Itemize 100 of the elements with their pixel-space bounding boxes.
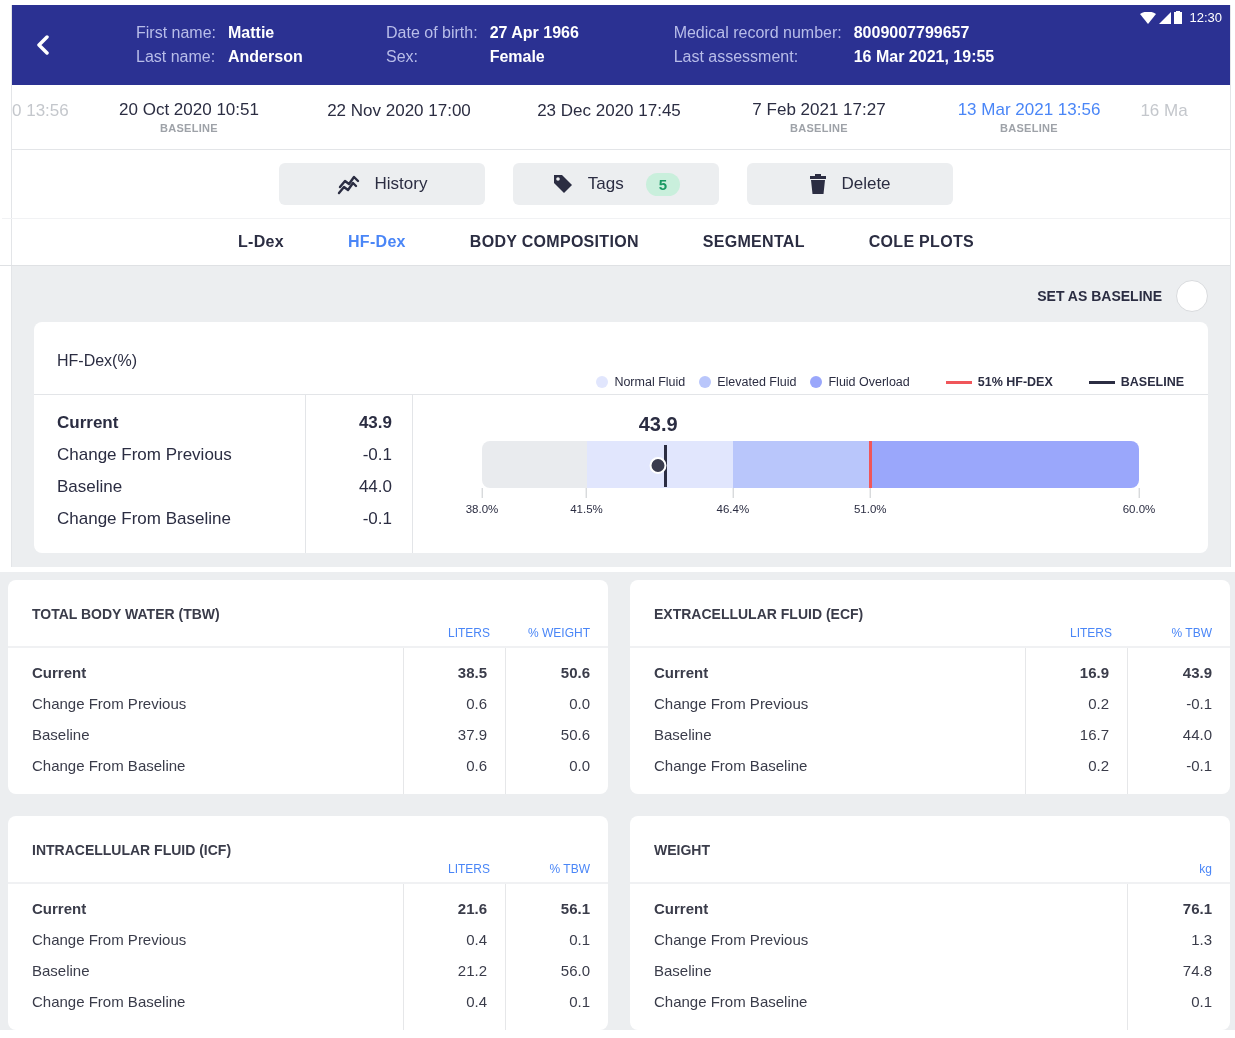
legend-label: Elevated Fluid [717, 375, 797, 389]
threshold-line [869, 441, 873, 488]
table-cell: 0.4 [466, 993, 487, 1010]
table-cell: 21.2 [457, 962, 487, 979]
tab[interactable]: L-Dex [206, 233, 316, 251]
table-cell: 0.0 [569, 757, 590, 774]
column-header: LITERS [1069, 626, 1112, 640]
row-label: Change From Baseline [654, 757, 809, 774]
card-title: WEIGHT [654, 842, 710, 858]
legend-label: Fluid Overload [828, 375, 910, 389]
column-header: % WEIGHT [527, 626, 590, 640]
tick-label: 41.5% [570, 503, 603, 515]
status-time: 12:30 [1189, 10, 1222, 25]
baseline-line [664, 445, 668, 487]
table-cell: 0.6 [466, 695, 487, 712]
timeline-item[interactable]: 23 Dec 2020 17:45 [504, 85, 714, 149]
field-value: Female [489, 48, 546, 66]
table-cell: 0.1 [1191, 993, 1212, 1010]
tab[interactable]: SEGMENTAL [670, 233, 837, 251]
legend-label: 51% HF-DEX [977, 375, 1053, 389]
signal-icon [1159, 11, 1172, 24]
row-label: Current [654, 664, 710, 681]
tab[interactable]: COLE PLOTS [836, 233, 1006, 251]
tab[interactable]: BODY COMPOSITION [437, 233, 671, 251]
history-button[interactable]: History [279, 163, 485, 205]
delete-button[interactable]: Delete [747, 163, 953, 205]
row-value: -0.1 [362, 509, 392, 529]
row-label: Baseline [654, 962, 713, 979]
row-label: Change From Baseline [57, 509, 232, 529]
table-cell: 44.0 [1182, 726, 1212, 743]
timeline-item[interactable]: 22 Nov 2020 17:00 [294, 85, 504, 149]
gauge-value: 43.9 [638, 413, 678, 436]
timeline-item[interactable]: 13 Mar 2021 13:56 BASELINE [924, 85, 1134, 149]
table-cell: 16.7 [1079, 726, 1109, 743]
row-value: -0.1 [362, 445, 392, 465]
table-cell: 43.9 [1182, 664, 1212, 681]
row-label: Current [57, 413, 120, 433]
row-label: Baseline [57, 477, 124, 497]
table-cell: -0.1 [1186, 695, 1212, 712]
count-badge: 5 [645, 172, 681, 196]
table-cell: 56.0 [560, 962, 590, 979]
back-icon[interactable] [36, 35, 50, 55]
table-cell: 0.1 [569, 993, 590, 1010]
table-cell: 38.5 [457, 664, 487, 681]
card-title: INTRACELLULAR FLUID (ICF) [32, 842, 232, 858]
field-value: Anderson [228, 48, 304, 66]
legend-label: Normal Fluid [614, 375, 686, 389]
tags-button[interactable]: Tags 5 [513, 163, 719, 205]
row-value: 44.0 [358, 477, 392, 497]
table-cell: -0.1 [1186, 757, 1212, 774]
table-cell: 0.1 [569, 931, 590, 948]
trash-icon [809, 173, 828, 195]
row-label: Current [32, 900, 88, 917]
row-label: Change From Baseline [32, 993, 187, 1010]
timeline-item[interactable]: 7 Feb 2021 17:27 BASELINE [714, 85, 924, 149]
row-label: Baseline [32, 962, 91, 979]
row-label: Change From Previous [57, 445, 233, 465]
table-cell: 21.6 [457, 900, 487, 917]
column-header: LITERS [447, 626, 490, 640]
column-header: LITERS [447, 862, 490, 876]
table-cell: 16.9 [1079, 664, 1109, 681]
legend-label: BASELINE [1120, 375, 1184, 389]
column-header: % TBW [1170, 626, 1212, 640]
wifi-icon [1140, 11, 1157, 24]
trend-chart-icon [336, 173, 361, 195]
battery-icon [1174, 11, 1183, 24]
timeline-item[interactable]: 20 Oct 2020 10:51 BASELINE [84, 85, 294, 149]
row-label: Current [32, 664, 88, 681]
tick-label: 60.0% [1122, 503, 1156, 515]
table-cell: 76.1 [1182, 900, 1212, 917]
row-label: Change From Baseline [654, 993, 809, 1010]
table-cell: 0.2 [1088, 695, 1109, 712]
table-cell: 0.4 [466, 931, 487, 948]
table-cell: 0.2 [1088, 757, 1109, 774]
table-cell: 1.3 [1191, 931, 1212, 948]
table-cell: 56.1 [560, 900, 590, 917]
field-value: 8009007799657 [853, 24, 971, 42]
field-label: Last assessment: [673, 48, 800, 66]
table-cell: 0.0 [569, 695, 590, 712]
card-title: HF-Dex(%) [57, 352, 137, 370]
field-label: Medical record number: [673, 24, 842, 42]
row-label: Change From Previous [654, 931, 810, 948]
tag-icon [551, 173, 574, 195]
row-label: Baseline [32, 726, 91, 743]
table-cell: 50.6 [560, 664, 590, 681]
table-cell: 50.6 [560, 726, 590, 743]
row-value: 43.9 [358, 413, 392, 433]
tick-label: 38.0% [465, 503, 499, 515]
tick-label: 51.0% [853, 503, 887, 515]
card-title: EXTRACELLULAR FLUID (ECF) [654, 606, 864, 622]
tick-label: 46.4% [716, 503, 750, 515]
field-value: 16 Mar 2021, 19:55 [853, 48, 995, 66]
column-header: % TBW [548, 862, 590, 876]
baseline-toggle[interactable] [1176, 280, 1208, 312]
card-title: TOTAL BODY WATER (TBW) [32, 606, 220, 622]
field-value: Mattie [228, 24, 276, 42]
row-label: Change From Previous [32, 931, 188, 948]
row-label: Current [654, 900, 710, 917]
table-cell: 74.8 [1182, 962, 1212, 979]
toggle-label: SET AS BASELINE [1037, 288, 1162, 304]
